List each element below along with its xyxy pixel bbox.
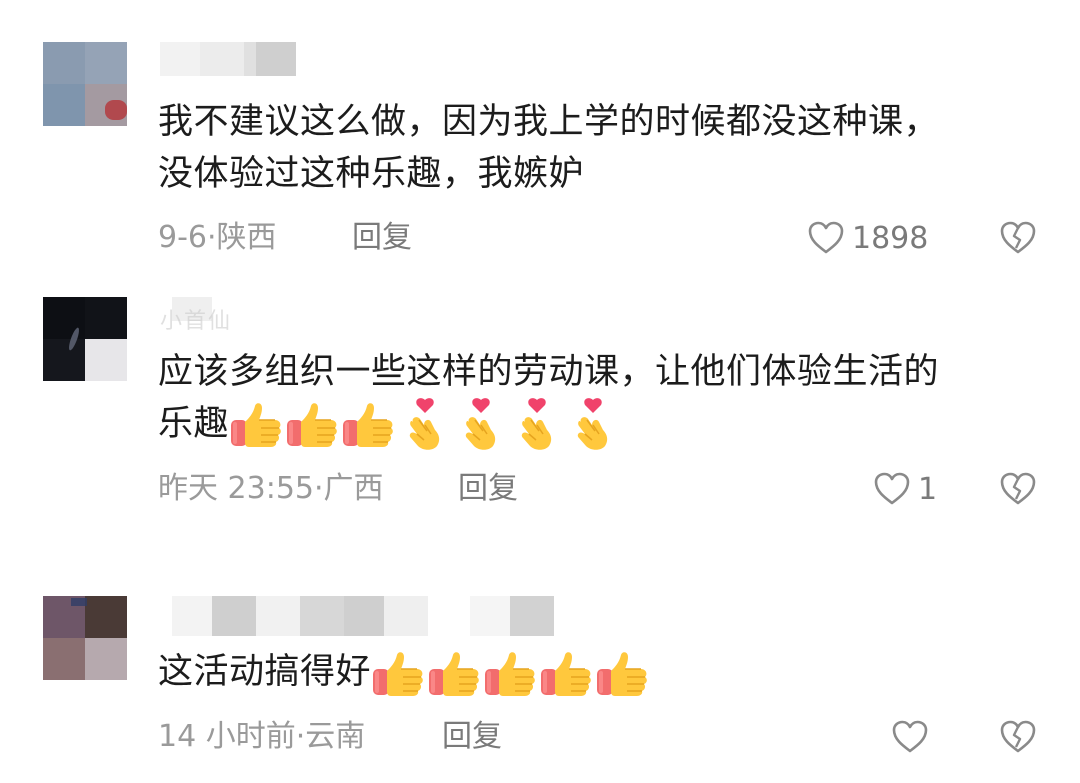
reply-button[interactable]: 回复 xyxy=(352,218,412,258)
thumbs-up-emoji xyxy=(539,649,593,699)
comment-date: 昨天 23:55 xyxy=(158,471,314,506)
thumbs-up-emoji xyxy=(371,649,425,699)
avatar[interactable] xyxy=(43,297,128,382)
comment-text: 这活动搞得好 xyxy=(158,646,1038,699)
like-button[interactable] xyxy=(890,717,930,757)
separator-dot: · xyxy=(207,220,217,255)
thumbs-up-emoji xyxy=(285,400,339,450)
avatar[interactable] xyxy=(43,596,128,681)
comment-date: 14 小时前 xyxy=(158,719,296,754)
comment-text-line: 我不建议这么做，因为我上学的时候都没这种课， xyxy=(158,102,940,142)
emoji-group xyxy=(371,647,651,699)
comment-location: 广西 xyxy=(323,471,384,506)
comment-text-line: 这活动搞得好 xyxy=(158,652,372,692)
username-blurred[interactable]: 小首仙 xyxy=(160,297,320,334)
like-count: 1898 xyxy=(852,220,929,256)
broken-heart-icon[interactable] xyxy=(998,717,1038,757)
comment-date: 9-6 xyxy=(158,220,207,255)
comment-meta: 14 小时前·云南 xyxy=(158,717,365,757)
emoji-group xyxy=(229,398,621,452)
like-button[interactable]: 1898 xyxy=(806,218,928,258)
username-text: 小首仙 xyxy=(160,309,233,334)
separator-dot: · xyxy=(314,471,324,506)
comment-text-line: 乐趣 xyxy=(158,404,230,444)
comment-text-line: 应该多组织一些这样的劳动课，让他们体验生活的 xyxy=(158,352,940,392)
broken-heart-icon[interactable] xyxy=(998,469,1038,509)
like-button[interactable]: 1 xyxy=(872,469,937,509)
comment-text: 应该多组织一些这样的劳动课，让他们体验生活的 乐趣 xyxy=(158,346,1038,452)
comment-meta: 昨天 23:55·广西 xyxy=(158,469,384,509)
heart-outline-icon xyxy=(872,469,912,509)
comment-location: 陕西 xyxy=(216,220,277,255)
thumbs-up-emoji xyxy=(595,649,649,699)
finger-heart-emoji xyxy=(453,398,509,452)
avatar[interactable] xyxy=(43,42,128,127)
finger-heart-emoji xyxy=(565,398,621,452)
finger-heart-emoji xyxy=(509,398,565,452)
thumbs-up-emoji xyxy=(483,649,537,699)
broken-heart-icon[interactable] xyxy=(998,218,1038,258)
reply-button[interactable]: 回复 xyxy=(442,717,502,757)
thumbs-up-emoji xyxy=(229,400,283,450)
separator-dot: · xyxy=(295,719,306,754)
comment-meta: 9-6·陕西 xyxy=(158,218,277,258)
thumbs-up-emoji xyxy=(427,649,481,699)
finger-heart-emoji xyxy=(397,398,453,452)
comment-location: 云南 xyxy=(305,719,366,754)
username-blurred[interactable] xyxy=(160,596,560,636)
reply-button[interactable]: 回复 xyxy=(458,469,518,509)
like-count: 1 xyxy=(918,471,938,507)
comment-text: 我不建议这么做，因为我上学的时候都没这种课， 没体验过这种乐趣，我嫉妒 xyxy=(158,96,1038,200)
comment-text-line: 没体验过这种乐趣，我嫉妒 xyxy=(158,154,585,194)
thumbs-up-emoji xyxy=(341,400,395,450)
heart-outline-icon xyxy=(890,717,930,757)
heart-outline-icon xyxy=(806,218,846,258)
username-blurred[interactable] xyxy=(160,42,320,76)
